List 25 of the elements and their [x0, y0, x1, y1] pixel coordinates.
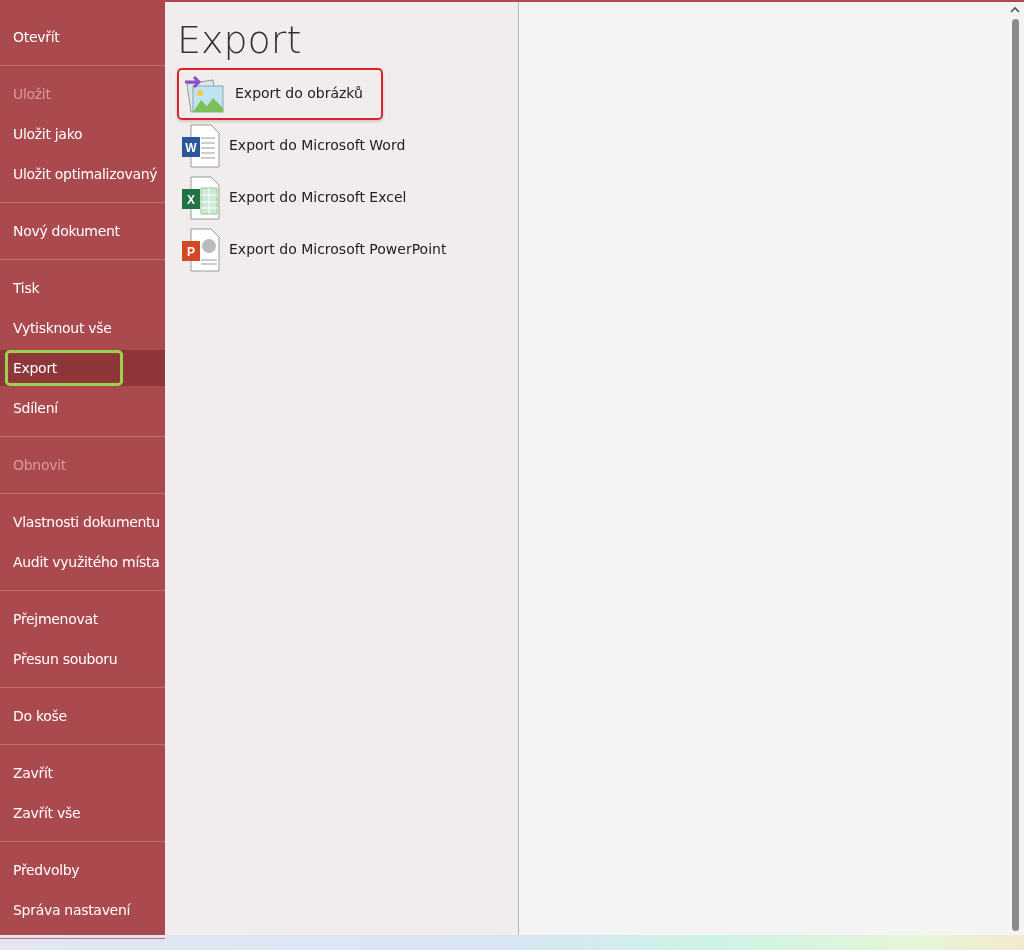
menu-item[interactable]: Správa nastavení — [0, 890, 165, 930]
menu-item[interactable]: Vlastnosti dokumentu — [0, 502, 165, 542]
scrollbar-thumb[interactable] — [1011, 19, 1019, 931]
menu-item[interactable]: Nový dokument — [0, 211, 165, 251]
export-option[interactable]: W Export do Microsoft Word — [177, 119, 410, 172]
menu-item[interactable]: Zavřít vše — [0, 793, 165, 833]
scroll-up-icon[interactable] — [1010, 6, 1020, 13]
menu-item[interactable]: Přejmenovat — [0, 599, 165, 639]
menu-item[interactable]: Přesun souboru — [0, 639, 165, 679]
panel-title: Export — [177, 20, 302, 62]
export-option[interactable]: Export do obrázků — [177, 67, 383, 120]
menu-item[interactable]: Tisk — [0, 268, 165, 308]
export-option[interactable]: P Export do Microsoft PowerPoint — [177, 223, 451, 276]
export-option[interactable]: X Export do Microsoft Excel — [177, 171, 411, 224]
menu-item[interactable]: Zavřít — [0, 753, 165, 793]
menu-item[interactable]: Do koše — [0, 696, 165, 736]
menu-item[interactable]: Sdílení — [0, 388, 165, 428]
image-icon — [183, 73, 227, 114]
menu-item[interactable]: Otevřít — [0, 17, 165, 57]
menu-item[interactable]: Vytisknout vše — [0, 308, 165, 348]
menu-item[interactable]: Audit využitého místa — [0, 542, 165, 582]
menu-item[interactable]: Export — [5, 350, 123, 386]
menu-item[interactable]: Uložit optimalizovaný — [0, 154, 165, 194]
menu-item[interactable]: Předvolby — [0, 850, 165, 890]
menu-item[interactable]: Uložit jako — [0, 114, 165, 154]
